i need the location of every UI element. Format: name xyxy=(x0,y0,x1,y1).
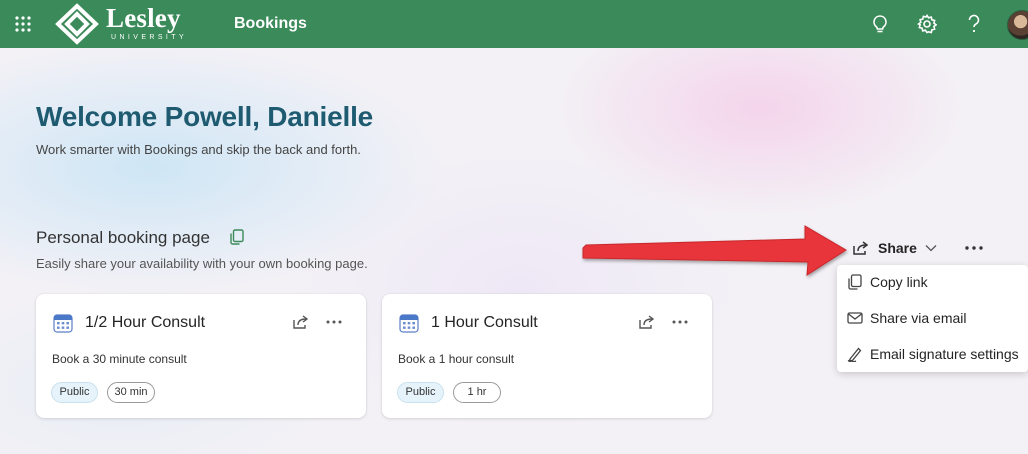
copy-icon[interactable] xyxy=(230,229,244,245)
page-title: Welcome Powell, Danielle xyxy=(36,101,374,132)
menu-item-share-via-email[interactable]: Share via email xyxy=(837,301,1028,335)
lesley-logo[interactable]: Lesley UNIVERSITY xyxy=(54,3,204,45)
calendar-icon xyxy=(53,314,73,333)
lesley-logo-mark-icon xyxy=(55,3,99,45)
logo-wordmark: Lesley xyxy=(106,3,181,33)
more-options-icon[interactable] xyxy=(324,313,344,331)
duration-badge: 30 min xyxy=(107,382,155,403)
card-description: Book a 1 hour consult xyxy=(398,352,515,366)
section-title: Personal booking page xyxy=(36,228,210,247)
share-icon[interactable] xyxy=(291,313,311,331)
share-button[interactable]: Share xyxy=(852,236,944,260)
signature-pen-icon xyxy=(847,347,862,362)
visibility-badge: Public xyxy=(397,382,444,403)
menu-item-label: Share via email xyxy=(870,310,967,326)
card-description: Book a 30 minute consult xyxy=(52,352,187,366)
copy-icon xyxy=(848,274,862,290)
top-app-bar: Lesley UNIVERSITY Bookings xyxy=(0,0,1028,48)
section-subtitle: Easily share your availability with your… xyxy=(36,256,368,271)
share-icon[interactable] xyxy=(637,313,657,331)
duration-badge: 1 hr xyxy=(453,382,501,403)
menu-item-label: Copy link xyxy=(870,274,928,290)
card-title: 1/2 Hour Consult xyxy=(85,314,206,331)
page-subtitle: Work smarter with Bookings and skip the … xyxy=(36,142,361,157)
logo-subtext: UNIVERSITY xyxy=(111,34,188,41)
more-options-icon[interactable] xyxy=(670,313,690,331)
calendar-icon xyxy=(399,314,419,333)
menu-item-email-signature-settings[interactable]: Email signature settings xyxy=(837,337,1028,371)
share-icon xyxy=(853,241,869,255)
card-title: 1 Hour Consult xyxy=(431,314,538,331)
service-card[interactable]: 1 Hour Consult Book a 1 hour consult Pub… xyxy=(382,294,712,418)
menu-item-label: Email signature settings xyxy=(870,346,1019,362)
more-options-icon[interactable] xyxy=(962,238,986,258)
help-icon[interactable] xyxy=(962,12,986,36)
avatar[interactable] xyxy=(1007,10,1028,40)
visibility-badge: Public xyxy=(51,382,98,403)
share-dropdown-menu: Copy link Share via email Email signatur… xyxy=(837,265,1028,372)
share-button-label: Share xyxy=(878,240,917,256)
mail-icon xyxy=(847,312,863,324)
chevron-down-icon xyxy=(925,245,937,252)
service-card[interactable]: 1/2 Hour Consult Book a 30 minute consul… xyxy=(36,294,366,418)
menu-item-copy-link[interactable]: Copy link xyxy=(837,265,1028,299)
waffle-icon[interactable] xyxy=(14,15,32,33)
app-title[interactable]: Bookings xyxy=(234,15,307,33)
lightbulb-icon[interactable] xyxy=(868,12,892,36)
gear-icon[interactable] xyxy=(915,12,939,36)
